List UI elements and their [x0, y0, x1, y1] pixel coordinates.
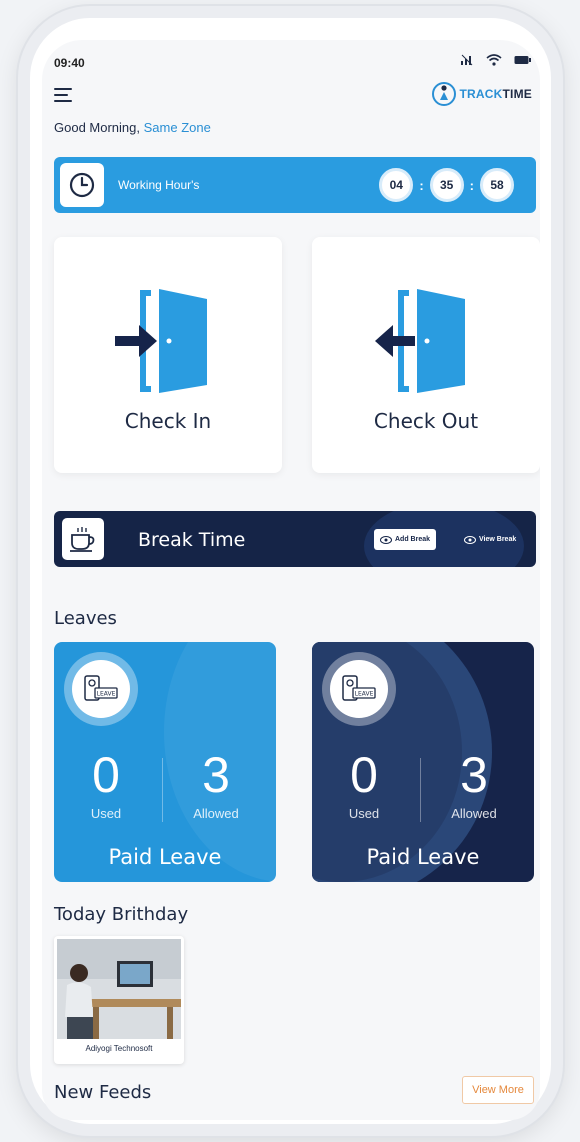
- add-break-button[interactable]: Add Break: [374, 529, 437, 550]
- leave-used-count: 0: [92, 747, 120, 803]
- leave-type-name: Paid Leave: [366, 845, 480, 869]
- break-time-title: Break Time: [138, 529, 246, 551]
- eye-icon: [380, 535, 392, 544]
- leave-used-label: Used: [90, 806, 122, 821]
- timer-seconds: 58: [480, 168, 514, 202]
- app-screen: 09:40 TRACKTIME Good Morning, Same Zone: [42, 40, 540, 1120]
- birthday-card[interactable]: Adiyogi Technosoft: [54, 936, 184, 1064]
- leaves-heading: Leaves: [54, 608, 117, 629]
- birthday-name: Adiyogi Technosoft: [85, 1044, 153, 1053]
- view-break-label: View Break: [479, 536, 517, 543]
- clock-icon-box: [60, 163, 104, 207]
- greeting-text: Good Morning,: [54, 120, 140, 135]
- status-icons: [460, 54, 532, 66]
- leave-card[interactable]: LEAVE 0 Used 3 Allowed Paid Leave: [312, 642, 534, 882]
- leave-allowed-count: 3: [460, 747, 488, 803]
- timer-separator: :: [469, 177, 474, 193]
- working-hours-label: Working Hour's: [118, 178, 200, 192]
- check-out-card[interactable]: Check Out: [312, 237, 540, 473]
- birthday-heading: Today Brithday: [54, 904, 189, 925]
- view-break-button[interactable]: View Break: [458, 529, 522, 550]
- check-in-card[interactable]: Check In: [54, 237, 282, 473]
- working-hours-bar: Working Hour's 04 : 35 : 58: [54, 157, 536, 213]
- leave-allowed-count: 3: [202, 747, 230, 803]
- signal-icon: [461, 54, 473, 66]
- add-break-label: Add Break: [395, 536, 431, 543]
- view-more-button[interactable]: View More: [462, 1076, 534, 1104]
- door-enter-icon: [115, 289, 207, 393]
- badge-text: LEAVE: [97, 691, 116, 698]
- logo-prefix: TRACK: [459, 87, 503, 101]
- badge-text: LEAVE: [355, 691, 374, 698]
- coffee-icon-box: [62, 518, 104, 560]
- working-timer: 04 : 35 : 58: [379, 168, 514, 202]
- battery-icon: [514, 56, 531, 64]
- break-time-bar: Break Time Add Break View Break: [54, 511, 536, 567]
- divider: [420, 758, 421, 822]
- greeting: Good Morning, Same Zone: [54, 120, 211, 135]
- timer-separator: :: [419, 177, 424, 193]
- menu-icon[interactable]: [54, 88, 74, 104]
- timer-minutes: 35: [429, 168, 464, 202]
- wifi-icon: [486, 54, 502, 66]
- logo-icon: [431, 82, 456, 106]
- coffee-cup-icon: [70, 527, 95, 552]
- leave-used-label: Used: [348, 806, 380, 821]
- divider: [162, 758, 163, 822]
- check-out-label: Check Out: [373, 409, 479, 433]
- leave-card[interactable]: LEAVE 0 Used 3 Allowed Paid Leave: [54, 642, 276, 882]
- app-logo: TRACKTIME: [430, 80, 532, 108]
- status-time: 09:40: [54, 56, 85, 70]
- leave-card-icon: LEAVE: [84, 675, 118, 701]
- check-in-label: Check In: [124, 409, 212, 433]
- leave-allowed-label: Allowed: [193, 806, 239, 821]
- door-exit-icon: [375, 289, 465, 393]
- eye-icon: [464, 535, 476, 544]
- leave-allowed-label: Allowed: [451, 806, 497, 821]
- clock-icon: [69, 172, 95, 198]
- timer-hours: 04: [379, 168, 414, 202]
- leave-type-name: Paid Leave: [108, 845, 222, 869]
- leave-badge: LEAVE: [64, 652, 138, 726]
- leave-used-count: 0: [350, 747, 378, 803]
- logo-suffix: TIME: [502, 87, 532, 101]
- user-name: Same Zone: [143, 120, 211, 135]
- feeds-heading: New Feeds: [54, 1082, 152, 1103]
- leave-badge: LEAVE: [322, 652, 396, 726]
- leave-card-icon: LEAVE: [342, 675, 376, 701]
- birthday-photo: [57, 939, 181, 1039]
